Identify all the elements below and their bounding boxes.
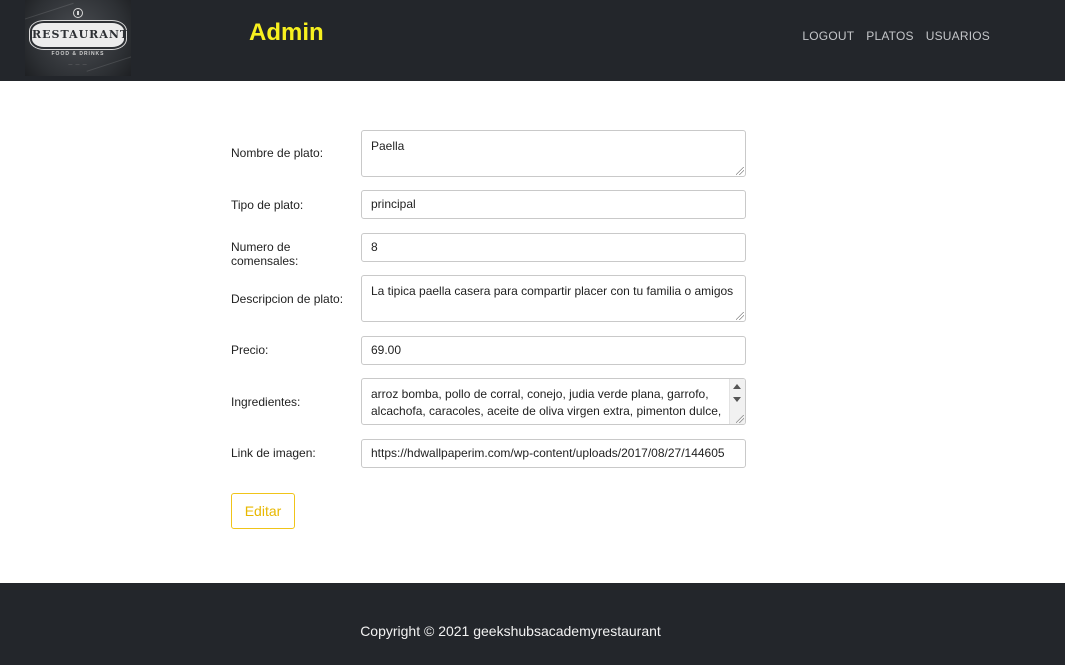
- form-row-descripcion: Descripcion de plato:: [231, 292, 361, 306]
- nombre-value: Paella: [371, 139, 405, 153]
- imagen-url-value: https://hdwallpaperim.com/wp-content/upl…: [371, 446, 725, 460]
- form-row-comensales: Numero de comensales:: [231, 240, 361, 268]
- main-nav: LOGOUT PLATOS USUARIOS: [802, 29, 990, 43]
- nav-usuarios-link[interactable]: USUARIOS: [926, 29, 990, 43]
- scroll-down-arrow-icon[interactable]: [733, 397, 741, 402]
- nav-platos-link[interactable]: PLATOS: [866, 29, 913, 43]
- logo-decoration: [25, 2, 74, 23]
- imagen-url-input[interactable]: https://hdwallpaperim.com/wp-content/upl…: [361, 439, 746, 468]
- descripcion-value: La tipica paella casera para compartir p…: [371, 284, 734, 298]
- page-title: Admin: [249, 19, 324, 46]
- resize-handle-icon[interactable]: [736, 312, 744, 320]
- ingredientes-textarea[interactable]: arroz bomba, pollo de corral, conejo, ju…: [361, 378, 746, 425]
- logo-emblem-icon: [73, 8, 83, 18]
- ingredientes-label: Ingredientes:: [231, 395, 301, 409]
- precio-label: Precio:: [231, 343, 269, 357]
- nombre-textarea[interactable]: Paella: [361, 130, 746, 177]
- restaurant-logo[interactable]: RESTAURANT FOOD & DRINKS — — —: [25, 0, 131, 76]
- logo-subtitle: FOOD & DRINKS: [51, 51, 105, 57]
- editar-button[interactable]: Editar: [231, 493, 295, 529]
- comensales-value: 8: [371, 240, 378, 254]
- nombre-label: Nombre de plato:: [231, 146, 324, 160]
- comensales-label: Numero de comensales:: [231, 240, 299, 268]
- page-footer: Copyright © 2021 geekshubsacademyrestaur…: [0, 583, 1065, 665]
- logo-tiny-text: — — —: [68, 61, 88, 66]
- imagen-label: Link de imagen:: [231, 446, 316, 460]
- precio-value: 69.00: [371, 343, 402, 357]
- nav-logout-link[interactable]: LOGOUT: [802, 29, 854, 43]
- descripcion-textarea[interactable]: La tipica paella casera para compartir p…: [361, 275, 746, 322]
- resize-handle-icon[interactable]: [736, 415, 744, 423]
- form-row-tipo: Tipo de plato:: [231, 198, 361, 212]
- ingredientes-value: arroz bomba, pollo de corral, conejo, ju…: [371, 387, 722, 418]
- logo-banner-text: RESTAURANT: [32, 23, 128, 47]
- form-row-imagen: Link de imagen:: [231, 446, 361, 460]
- top-navbar: RESTAURANT FOOD & DRINKS — — — Admin LOG…: [0, 0, 1065, 81]
- descripcion-label: Descripcion de plato:: [231, 292, 344, 306]
- form-row-ingredientes: Ingredientes:: [231, 395, 361, 409]
- copyright-text: Copyright © 2021 geekshubsacademyrestaur…: [360, 623, 661, 639]
- form-row-precio: Precio:: [231, 343, 361, 357]
- tipo-value: principal: [371, 197, 416, 211]
- comensales-input[interactable]: 8: [361, 233, 746, 262]
- tipo-input[interactable]: principal: [361, 190, 746, 219]
- tipo-label: Tipo de plato:: [231, 198, 304, 212]
- precio-input[interactable]: 69.00: [361, 336, 746, 365]
- form-row-nombre: Nombre de plato:: [231, 146, 361, 160]
- resize-handle-icon[interactable]: [736, 167, 744, 175]
- scroll-up-arrow-icon[interactable]: [733, 384, 741, 389]
